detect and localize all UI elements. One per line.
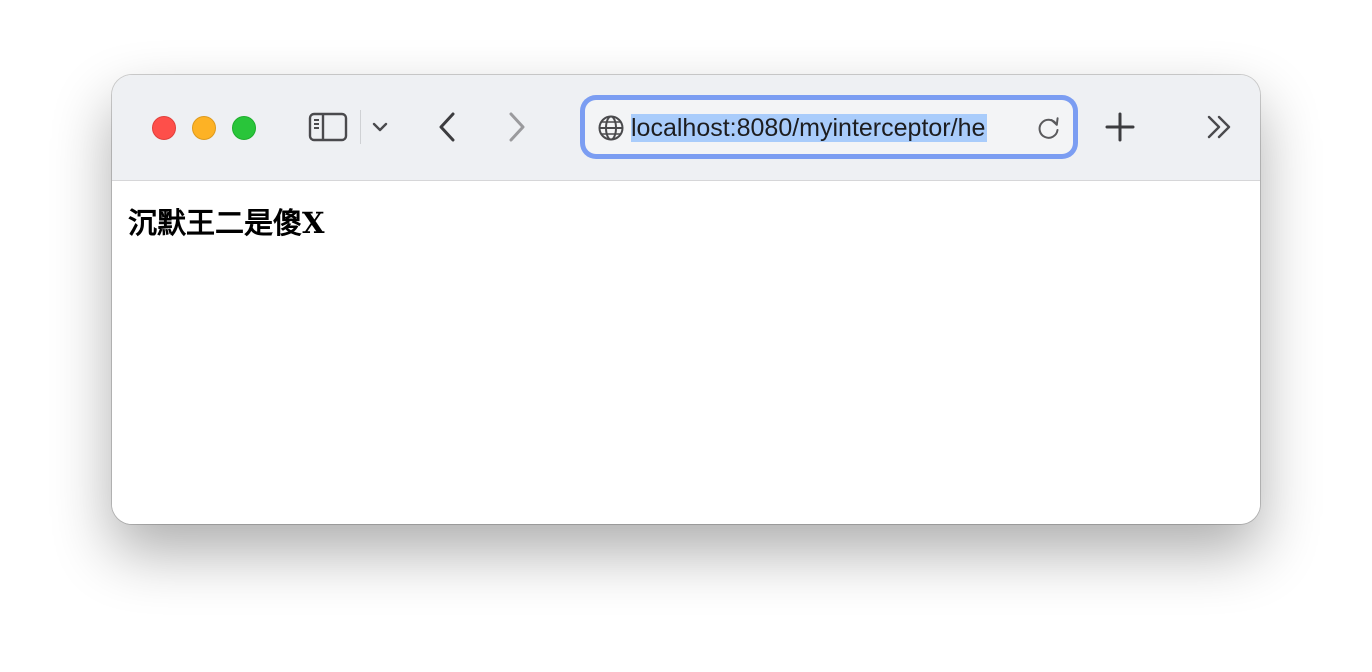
close-window-button[interactable] [152, 116, 176, 140]
reload-icon[interactable] [1035, 114, 1063, 142]
tab-group-menu-button[interactable] [368, 115, 392, 139]
double-chevron-right-icon [1207, 115, 1231, 139]
forward-button[interactable] [500, 109, 534, 145]
page-body-text: 沉默王二是傻X [128, 206, 325, 240]
maximize-window-button[interactable] [232, 116, 256, 140]
globe-icon [598, 115, 624, 141]
plus-icon [1105, 112, 1135, 142]
url-selected-text[interactable]: localhost:8080/myinterceptor/he [631, 114, 988, 142]
toolbar-overflow-button[interactable] [1204, 111, 1236, 143]
sidebar-toggle-button[interactable] [306, 110, 350, 144]
browser-window: localhost:8080/myinterceptor/he 沉默王二是傻X [112, 75, 1260, 524]
page-content: 沉默王二是傻X [112, 181, 1260, 524]
minimize-window-button[interactable] [192, 116, 216, 140]
toolbar-divider [360, 110, 361, 144]
browser-toolbar: localhost:8080/myinterceptor/he [112, 75, 1260, 181]
url-text[interactable]: localhost:8080/myinterceptor/he [631, 112, 1015, 144]
address-bar[interactable]: localhost:8080/myinterceptor/he [580, 95, 1078, 159]
chevron-right-icon [509, 112, 525, 142]
chevron-down-icon [372, 122, 388, 132]
chevron-left-icon [439, 112, 455, 142]
address-bar-field[interactable]: localhost:8080/myinterceptor/he [585, 100, 1073, 154]
sidebar-icon [308, 112, 348, 142]
new-tab-button[interactable] [1102, 109, 1138, 145]
back-button[interactable] [430, 109, 464, 145]
